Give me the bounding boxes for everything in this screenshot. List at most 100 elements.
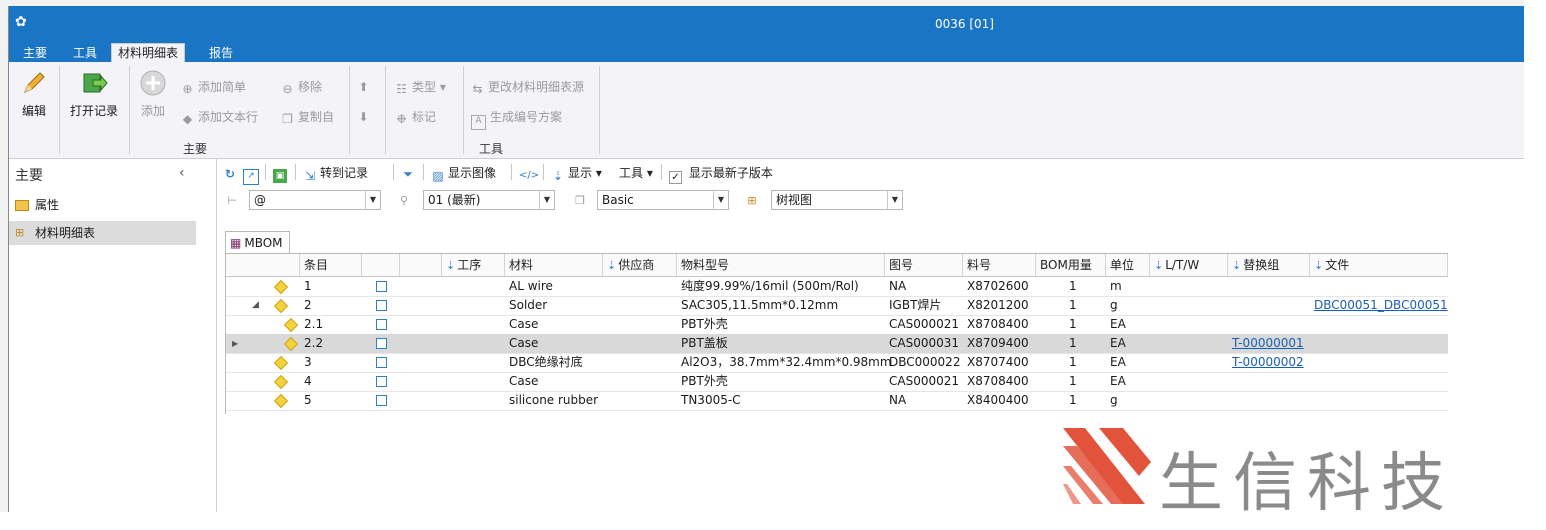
tab-bom[interactable]: 材料明细表 <box>111 43 186 63</box>
row-checkbox[interactable] <box>376 319 387 330</box>
alt-group-link[interactable]: T-00000002 <box>1232 353 1304 372</box>
header-material[interactable]: 材料 <box>505 254 603 276</box>
code-button[interactable]: </> <box>519 164 540 183</box>
header-unit[interactable]: 单位 <box>1106 254 1150 276</box>
checkbox-checked-icon: ✓ <box>669 171 682 184</box>
row-checkbox[interactable] <box>376 376 387 387</box>
header-alt-group[interactable]: ⇣ 替换组 <box>1228 254 1310 276</box>
row-checkbox[interactable] <box>376 357 387 368</box>
app-icon[interactable]: ✿ <box>15 14 31 30</box>
row-checkbox[interactable] <box>376 395 387 406</box>
add-button[interactable]: 添加 <box>135 68 171 119</box>
header-col2[interactable] <box>362 254 400 276</box>
collapse-chevron-icon[interactable]: ‹ <box>179 165 185 181</box>
cell-qty: 1 <box>1069 317 1077 331</box>
generate-numbering-button[interactable]: A 生成编号方案 <box>471 108 562 130</box>
remove-label: 移除 <box>298 80 323 94</box>
table-row[interactable]: ◢ 2 Solder SAC305,11.5mm*0.12mm IGBT焊片 X… <box>226 296 1448 316</box>
table-row[interactable]: 3 DBC绝缘衬底 Al2O3，38.7mm*32.4mm*0.98mm DBC… <box>226 353 1448 373</box>
show-image-button[interactable]: ▨ 显示图像 <box>431 164 496 183</box>
copy-from-button[interactable]: ❐ 复制自 <box>281 108 334 126</box>
revision-combo[interactable]: 01 (最新) ▼ <box>423 190 555 210</box>
header-part-no[interactable]: 料号 <box>963 254 1036 276</box>
header-bom-qty[interactable]: BOM用量 <box>1036 254 1106 276</box>
chevron-down-icon[interactable]: ▼ <box>365 191 380 209</box>
tab-main[interactable]: 主要 <box>17 45 53 62</box>
table-row[interactable]: 5 silicone rubber TN3005-C NA X8400400 1… <box>226 391 1448 411</box>
goto-record-button[interactable]: ⇲ 转到记录 <box>303 164 368 183</box>
change-source-label: 更改材料明细表源 <box>488 80 585 94</box>
chevron-down-icon[interactable]: ▼ <box>539 191 554 209</box>
cell-item: 2 <box>304 298 312 312</box>
header-item[interactable]: 条目 <box>300 254 362 276</box>
row-checkbox[interactable] <box>376 300 387 311</box>
file-link[interactable]: DBC00051_DBC00051 <box>1314 296 1448 315</box>
header-supplier-label: 供应商 <box>618 258 655 272</box>
mark-icon: ❉ <box>396 112 407 126</box>
table-row[interactable]: 4 Case PBT外壳 CAS000021 X8708400 1 EA <box>226 372 1448 392</box>
type-dropdown[interactable]: ☷ 类型 ▾ <box>395 78 446 96</box>
row-checkbox[interactable] <box>376 338 387 349</box>
expand-button[interactable]: ↗ <box>243 164 262 185</box>
tools-dropdown[interactable]: 工具 ▾ <box>619 164 653 181</box>
properties-icon <box>15 200 29 211</box>
table-row[interactable]: 2.1 Case PBT外壳 CAS000021 X8708400 1 EA <box>226 315 1448 335</box>
search-combo[interactable]: @ ▼ <box>249 190 381 210</box>
item-diamond-icon <box>283 317 299 333</box>
divider <box>349 66 350 154</box>
add-small-icon: ⊕ <box>182 82 193 96</box>
header-file[interactable]: ⇣ 文件 <box>1310 254 1448 276</box>
table-row-selected[interactable]: ▶ 2.2 Case PBT盖板 CAS000031 X8709400 1 EA… <box>226 334 1448 354</box>
change-bom-source-button[interactable]: ⇆ 更改材料明细表源 <box>471 78 584 96</box>
left-nav-header: 主要 <box>15 168 43 184</box>
remove-button[interactable]: ⊖ 移除 <box>281 78 322 96</box>
tab-tools[interactable]: 工具 <box>67 45 103 62</box>
show-latest-child-checkbox[interactable]: ✓ 显示最新子版本 <box>669 164 773 184</box>
display-dropdown[interactable]: ⇣ 显示 ▾ <box>551 164 602 183</box>
alt-group-link[interactable]: T-00000001 <box>1232 334 1304 353</box>
header-model[interactable]: 物料型号 <box>677 254 885 276</box>
cell-item: 1 <box>304 279 312 293</box>
view-combo[interactable]: Basic ▼ <box>597 190 729 210</box>
row-checkbox[interactable] <box>376 281 387 292</box>
edit-button[interactable]: 编辑 <box>17 68 51 119</box>
show-latest-child-label: 显示最新子版本 <box>688 166 773 180</box>
nav-item-properties[interactable]: 属性 <box>9 193 196 217</box>
bom-grid: 条目 ⇣ 工序 材料 ⇣ 供应商 物料型号 图号 料号 BOM用量 单位 ⇣ L/T/… <box>225 253 1448 414</box>
chevron-down-icon[interactable]: ▼ <box>713 191 728 209</box>
move-down-button[interactable]: ⬇ <box>357 108 374 124</box>
group-label-main: 主要 <box>183 142 208 156</box>
code-icon: </> <box>519 170 540 181</box>
ribbon: 编辑 打开记录 添加 ⊕ 添加简单 ◆ 添加文本行 ⊖ 移除 ❐ 复制自 ⬆ ⬇ ☷ 类型… <box>9 62 1531 159</box>
table-row[interactable]: 1 AL wire 纯度99.99%/16mil (500m/Rol) NA X… <box>226 277 1448 297</box>
cell-qty: 1 <box>1069 393 1077 407</box>
diamond-icon: ◆ <box>182 112 193 126</box>
item-diamond-icon <box>273 298 289 314</box>
nav-item-bom[interactable]: ⊞ 材料明细表 <box>9 221 196 245</box>
cell-qty: 1 <box>1069 298 1077 312</box>
expand-triangle-icon[interactable]: ◢ <box>252 296 259 315</box>
add-simple-label: 添加简单 <box>198 80 247 94</box>
filter-button[interactable]: ⏷ <box>401 164 418 181</box>
open-record-small-button[interactable]: ▣ <box>273 164 290 183</box>
header-drawing[interactable]: 图号 <box>885 254 963 276</box>
chevron-down-icon[interactable]: ▼ <box>887 191 902 209</box>
header-supplier[interactable]: ⇣ 供应商 <box>603 254 677 276</box>
grid-tab-icon: ▦ <box>230 236 242 250</box>
add-text-row-button[interactable]: ◆ 添加文本行 <box>181 108 258 126</box>
open-record-button[interactable]: 打开记录 <box>67 68 121 119</box>
refresh-button[interactable]: ↻ <box>223 164 240 181</box>
open-record-icon <box>83 73 108 93</box>
cell-part-no: X8201200 <box>967 298 1029 312</box>
header-ltw[interactable]: ⇣ L/T/W <box>1150 254 1228 276</box>
header-col3[interactable] <box>400 254 442 276</box>
nav-item-label: 材料明细表 <box>35 226 96 240</box>
divider <box>423 164 424 180</box>
header-operation[interactable]: ⇣ 工序 <box>442 254 505 276</box>
add-simple-button[interactable]: ⊕ 添加简单 <box>181 78 246 96</box>
tab-reports[interactable]: 报告 <box>203 45 239 62</box>
move-up-button[interactable]: ⬆ <box>357 78 374 94</box>
mark-button[interactable]: ❉ 标记 <box>395 108 436 126</box>
layout-combo[interactable]: 树视图 ▼ <box>771 190 903 210</box>
mbom-tab[interactable]: ▦ MBOM <box>225 231 290 254</box>
